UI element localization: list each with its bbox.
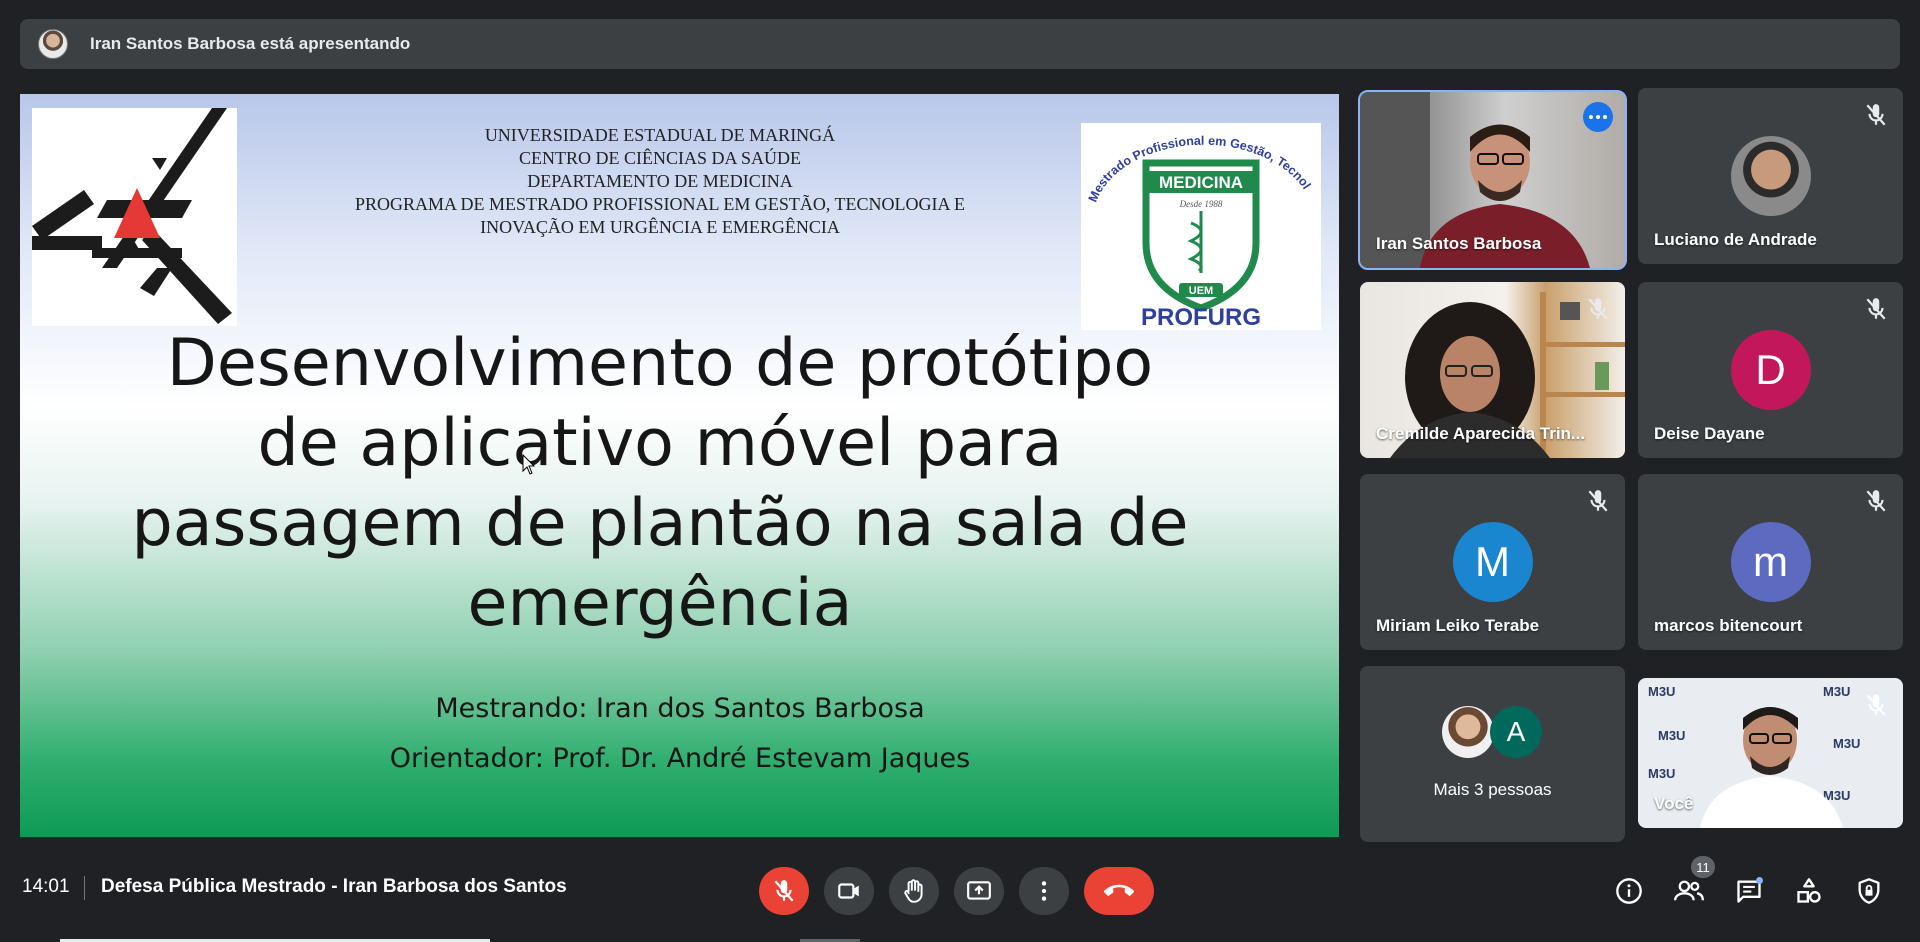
camera-icon <box>838 883 859 899</box>
mic-off-icon <box>1866 298 1886 320</box>
participant-name: Iran Santos Barbosa <box>1376 234 1542 253</box>
university-header: UNIVERSIDADE ESTADUAL DE MARINGÁ CENTRO … <box>320 124 1000 239</box>
participant-tile-cremilde[interactable]: Cremilde Aparecida Trin... <box>1360 282 1625 458</box>
participant-tile-deise[interactable]: D Deise Dayane <box>1638 282 1903 458</box>
presenter-banner-text: Iran Santos Barbosa está apresentando <box>90 34 411 53</box>
more-people-label: Mais 3 pessoas <box>1433 780 1552 799</box>
host-controls-icon <box>1858 878 1880 904</box>
backdrop-text: M3U <box>1648 766 1675 781</box>
people-icon <box>1674 880 1704 901</box>
participant-avatar-photo <box>1730 136 1811 216</box>
more-options-icon <box>1041 881 1047 901</box>
camera-toggle-button[interactable] <box>824 867 874 915</box>
profurg-logo: Mestrado Profissional em Gestão, Tecnolo… <box>1075 112 1321 331</box>
host-controls-button[interactable] <box>1854 876 1884 906</box>
mic-off-icon <box>1866 490 1886 512</box>
more-options-button[interactable] <box>1583 102 1613 132</box>
participant-avatar: D <box>1730 330 1811 410</box>
header-line: UNIVERSIDADE ESTADUAL DE MARINGÁ <box>484 125 836 145</box>
logo-shield-year: Desde 1988 <box>1179 199 1223 209</box>
participant-tile-self[interactable]: M3U M3U M3U M3U M3U M3U Você <box>1638 678 1903 828</box>
shared-screen[interactable]: UNIVERSIDADE ESTADUAL DE MARINGÁ CENTRO … <box>20 94 1339 837</box>
mic-off-icon <box>1588 490 1608 512</box>
raise-hand-button[interactable] <box>889 867 939 915</box>
mic-off-icon <box>774 880 794 902</box>
slide-credits: Mestrando: Iran dos Santos Barbosa Orien… <box>320 684 1040 784</box>
present-icon <box>967 881 991 900</box>
meeting-details-button[interactable] <box>1614 876 1644 906</box>
backdrop-text: M3U <box>1658 728 1685 743</box>
activities-icon <box>1797 878 1821 903</box>
present-now-button[interactable] <box>954 867 1004 915</box>
slide-title: Desenvolvimento de protótipo de aplicati… <box>130 324 1190 644</box>
title-line: emergência <box>467 566 853 641</box>
meeting-clock: 14:01 <box>22 876 70 897</box>
leave-call-button[interactable] <box>1084 867 1154 915</box>
info-icon <box>1616 878 1642 904</box>
divider <box>84 876 85 900</box>
header-line: CENTRO DE CIÊNCIAS DA SAÚDE <box>518 148 801 168</box>
participant-tile-miriam[interactable]: M Miriam Leiko Terabe <box>1360 474 1625 650</box>
student-name: Mestrando: Iran dos Santos Barbosa <box>435 693 925 724</box>
backdrop-text: M3U <box>1833 736 1860 751</box>
uem-logo <box>32 108 237 326</box>
mouse-cursor-icon <box>522 454 536 475</box>
chat-icon <box>1737 877 1763 903</box>
presenter-avatar <box>38 29 68 59</box>
participant-avatar-photo <box>1442 706 1494 758</box>
participant-tile-iran[interactable]: Iran Santos Barbosa <box>1358 90 1627 270</box>
participant-avatar: m <box>1730 522 1811 602</box>
title-line: passagem de plantão na sala de <box>131 486 1189 561</box>
logo-shield-title: MEDICINA <box>1159 173 1243 192</box>
mic-off-icon <box>1866 104 1886 126</box>
participant-count-badge: 11 <box>1691 856 1715 878</box>
activities-button[interactable] <box>1794 876 1824 906</box>
header-line: PROGRAMA DE MESTRADO PROFISSIONAL EM GES… <box>354 194 966 214</box>
mic-off-icon <box>1588 298 1608 320</box>
more-options-button[interactable] <box>1019 867 1069 915</box>
participant-name: Deise Dayane <box>1654 424 1765 443</box>
participant-avatar: A <box>1490 706 1542 758</box>
participant-name: Miriam Leiko Terabe <box>1376 616 1540 635</box>
participant-tile-others[interactable]: A Mais 3 pessoas <box>1360 666 1625 842</box>
chat-button[interactable] <box>1734 876 1764 906</box>
microphone-toggle-button[interactable] <box>759 867 809 915</box>
participant-tile-marcos[interactable]: m marcos bitencourt <box>1638 474 1903 650</box>
meeting-title: Defesa Pública Mestrado - Iran Barbosa d… <box>101 876 567 897</box>
participant-name: Você <box>1654 794 1694 813</box>
header-line: DEPARTAMENTO DE MEDICINA <box>527 171 793 191</box>
participant-name: Luciano de Andrade <box>1654 230 1817 249</box>
backdrop-text: M3U <box>1648 684 1675 699</box>
raise-hand-icon <box>904 879 923 903</box>
people-button[interactable] <box>1674 876 1704 906</box>
participant-tile-luciano[interactable]: Luciano de Andrade <box>1638 88 1903 264</box>
participant-name: Cremilde Aparecida Trin... <box>1376 424 1586 443</box>
title-line: Desenvolvimento de protótipo <box>166 326 1154 401</box>
presenter-banner: Iran Santos Barbosa está apresentando <box>20 19 1900 69</box>
header-line: INOVAÇÃO EM URGÊNCIA E EMERGÊNCIA <box>480 217 840 237</box>
title-line: de aplicativo móvel para <box>257 406 1063 481</box>
backdrop-text: M3U <box>1823 684 1850 699</box>
participant-avatar: M <box>1452 522 1533 602</box>
mic-off-icon <box>1866 694 1886 716</box>
advisor-name: Orientador: Prof. Dr. André Estevam Jaqu… <box>389 743 971 774</box>
participant-name: marcos bitencourt <box>1654 616 1803 635</box>
end-call-icon <box>1104 884 1134 896</box>
logo-shield-uem: UEM <box>1189 285 1213 297</box>
